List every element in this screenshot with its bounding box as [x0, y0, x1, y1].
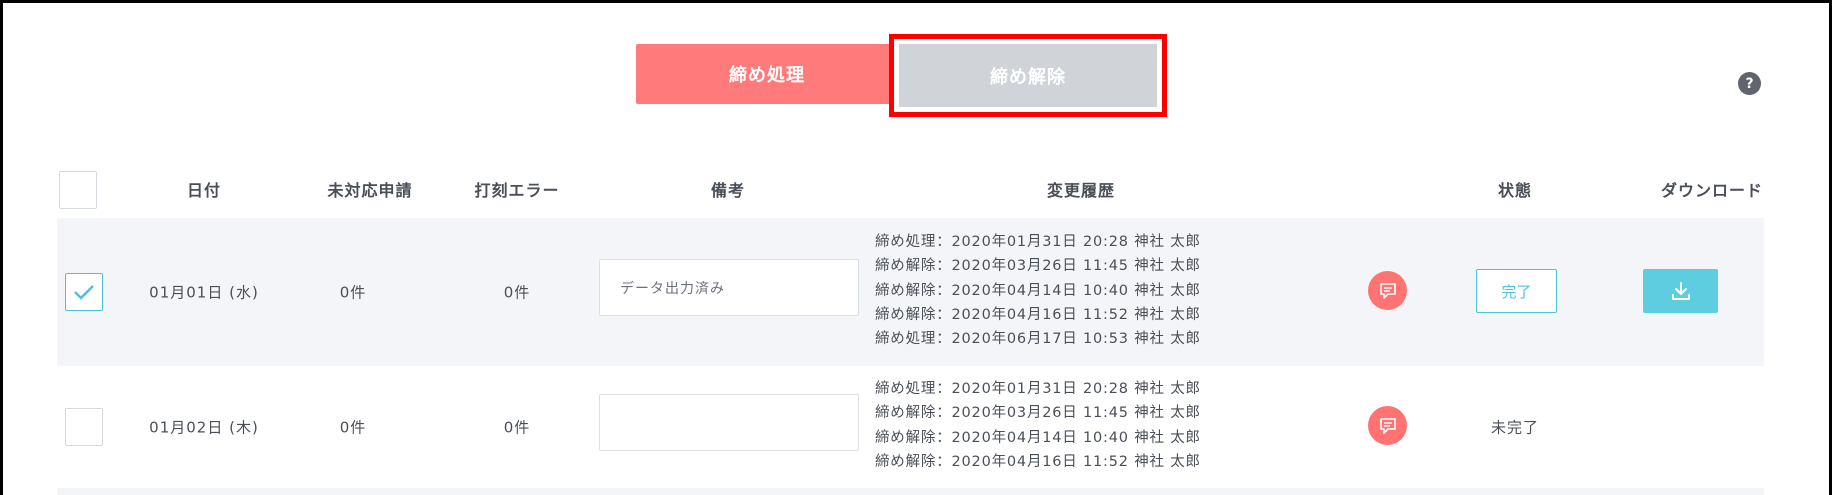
header-change-history: 変更履歴 [1046, 181, 1116, 200]
row-checkbox[interactable] [65, 408, 103, 446]
close-process-button[interactable]: 締め処理 [636, 44, 898, 104]
row-checkbox[interactable] [65, 273, 103, 311]
release-button-highlight: 締め解除 [889, 34, 1167, 117]
row-date: 01月01日 (水) [149, 283, 259, 302]
history-entry: 締め解除：2020年03月26日 11:45 神社 太郎 [875, 258, 1201, 275]
header-note: 備考 [710, 181, 746, 200]
history-entry: 締め解除：2020年04月16日 11:52 神社 太郎 [875, 306, 1201, 323]
row-pending-count: 0件 [339, 418, 367, 437]
status-text: 未完了 [1490, 418, 1540, 437]
help-icon[interactable]: ? [1738, 72, 1761, 95]
comment-icon [1379, 417, 1396, 434]
history-entry: 締め処理：2020年01月31日 20:28 神社 太郎 [875, 381, 1201, 397]
page-frame: 締め処理 締め解除 ? 日付 未対応申請 打刻エラー 備考 変更履歴 状態 ダウ… [0, 0, 1832, 495]
header-stamp-error: 打刻エラー [474, 181, 560, 200]
comment-icon [1379, 282, 1396, 299]
download-button[interactable] [1643, 269, 1718, 313]
download-icon [1671, 282, 1690, 300]
history-entry: 締め処理：2020年06月17日 10:53 神社 太郎 [875, 331, 1201, 348]
history-entry: 締め解除：2020年03月26日 11:45 神社 太郎 [875, 405, 1201, 422]
row-stamp-error-count: 0件 [503, 418, 531, 437]
check-icon [74, 285, 94, 300]
header-status: 状態 [1497, 181, 1533, 200]
table-row [57, 488, 1764, 495]
row-pending-count: 0件 [339, 283, 367, 302]
history-entry: 締め処理：2020年01月31日 20:28 神社 太郎 [875, 234, 1201, 250]
header-download: ダウンロード [1660, 181, 1764, 200]
header-pending-requests: 未対応申請 [327, 181, 413, 200]
comment-button[interactable] [1368, 406, 1407, 445]
row-date: 01月02日 (木) [149, 418, 259, 437]
release-close-button[interactable]: 締め解除 [899, 44, 1157, 107]
change-history-list: 締め処理：2020年01月31日 20:28 神社 太郎 締め解除：2020年0… [875, 230, 1201, 351]
select-all-checkbox[interactable] [59, 171, 97, 209]
note-input[interactable] [599, 394, 859, 451]
history-entry: 締め解除：2020年04月14日 10:40 神社 太郎 [875, 429, 1201, 446]
row-stamp-error-count: 0件 [503, 283, 531, 302]
note-input[interactable]: データ出力済み [599, 259, 859, 316]
status-complete-button[interactable]: 完了 [1476, 269, 1557, 313]
header-date: 日付 [186, 181, 222, 200]
change-history-list: 締め処理：2020年01月31日 20:28 神社 太郎 締め解除：2020年0… [875, 377, 1201, 474]
history-entry: 締め解除：2020年04月14日 10:40 神社 太郎 [875, 282, 1201, 299]
comment-button[interactable] [1368, 271, 1407, 310]
history-entry: 締め解除：2020年04月16日 11:52 神社 太郎 [875, 453, 1201, 470]
